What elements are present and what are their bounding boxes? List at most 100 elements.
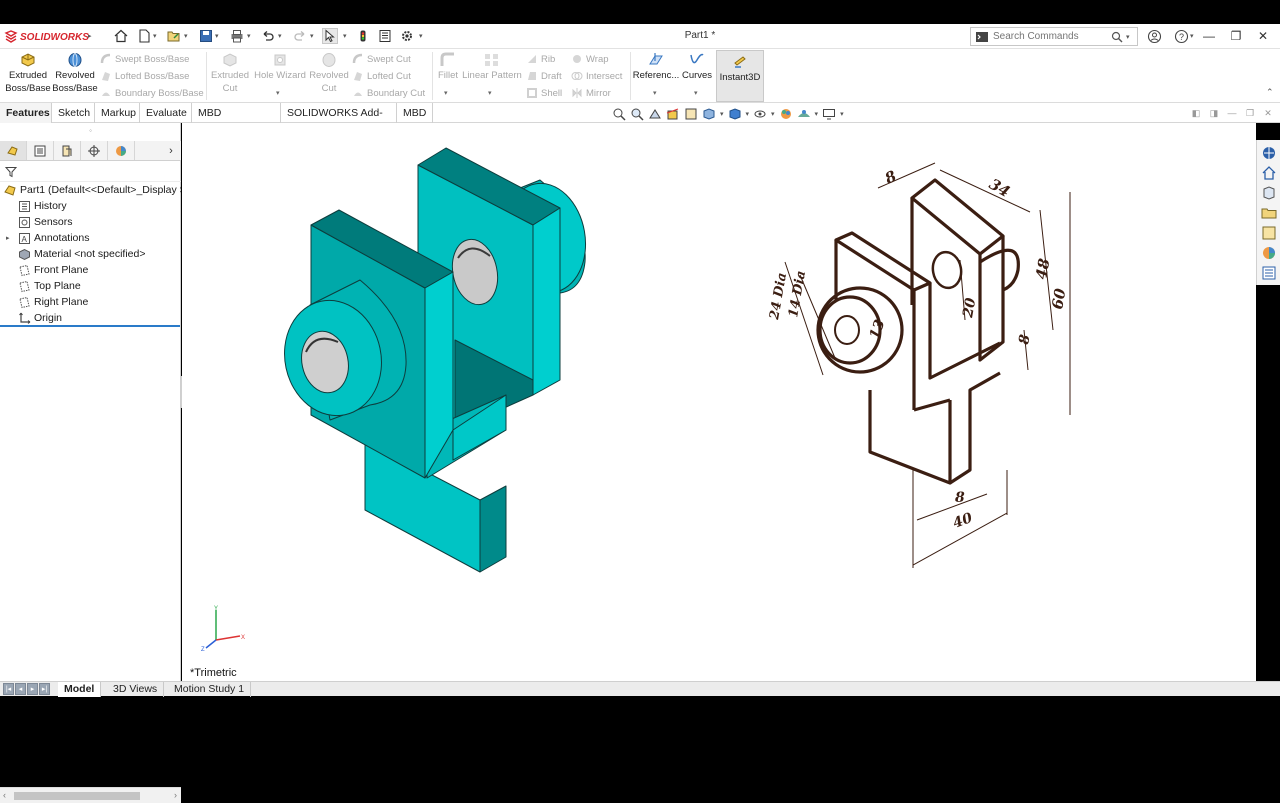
search-icon[interactable] [1111, 31, 1123, 43]
tab-solidworks-add-ins[interactable]: SOLIDWORKS Add-Ins [281, 103, 397, 139]
custom-properties-icon[interactable] [1261, 265, 1277, 281]
minimize-icon[interactable]: — [1198, 26, 1220, 46]
viewport-restore-icon[interactable]: ❐ [1244, 107, 1256, 119]
view-orientation-icon[interactable] [702, 107, 716, 121]
3d-model[interactable] [274, 147, 594, 573]
intersect-button[interactable]: Intersect [571, 70, 622, 82]
redo-dropdown-icon[interactable]: ▾ [310, 32, 314, 40]
tab-markup[interactable]: Markup [95, 103, 140, 123]
new-document-icon[interactable] [136, 28, 152, 44]
pattern-dropdown-icon[interactable]: ▾ [488, 89, 492, 97]
file-properties-icon[interactable] [377, 28, 393, 44]
tree-item-right-plane[interactable]: Right Plane [0, 294, 181, 310]
view-orientation-dropdown-icon[interactable]: ▾ [720, 110, 724, 118]
new-dropdown-icon[interactable]: ▾ [153, 32, 157, 40]
more-tabs-icon[interactable]: › [161, 141, 181, 160]
hole-wizard-dropdown-icon[interactable]: ▾ [276, 89, 280, 97]
help-dropdown-icon[interactable]: ▾ [1190, 32, 1194, 40]
tab-features[interactable]: Features [0, 103, 52, 123]
menu-expand-icon[interactable]: ▸ [88, 32, 92, 40]
tab-mbd[interactable]: MBD [397, 103, 433, 123]
dimxpert-manager-tab[interactable] [81, 141, 108, 160]
help-icon[interactable]: ? [1174, 29, 1189, 44]
open-folder-icon[interactable] [166, 28, 182, 44]
hide-show-items-icon[interactable] [753, 107, 767, 121]
viewport-tile-right-icon[interactable]: ◨ [1208, 107, 1220, 119]
file-explorer-icon[interactable] [1261, 205, 1277, 221]
linear-pattern-button[interactable]: Linear Pattern [462, 51, 522, 82]
curves-dropdown-icon[interactable]: ▾ [694, 89, 698, 97]
scroll-thumb[interactable] [14, 792, 140, 800]
extruded-cut-button[interactable]: Extruded Cut [208, 51, 252, 95]
boundary-boss-button[interactable]: Boundary Boss/Base [100, 87, 204, 99]
tree-filter[interactable] [0, 162, 181, 182]
viewport-close-icon[interactable]: ✕ [1262, 107, 1274, 119]
search-commands-box[interactable]: ▾ [970, 27, 1138, 46]
select-arrow-icon[interactable] [322, 28, 338, 44]
prev-tab-icon[interactable]: ◂ [15, 683, 26, 695]
hole-wizard-button[interactable]: Hole Wizard [253, 51, 307, 82]
solidworks-logo[interactable]: SOLIDWORKS [4, 29, 89, 45]
horizontal-scrollbar[interactable]: ‹ › [0, 787, 181, 803]
design-library-icon[interactable] [1261, 185, 1277, 201]
property-manager-tab[interactable] [27, 141, 54, 160]
last-tab-icon[interactable]: ▸| [39, 683, 50, 695]
swept-cut-button[interactable]: Swept Cut [352, 53, 411, 65]
tree-item-annotations[interactable]: ▸ A Annotations [0, 230, 181, 246]
reference-drawing[interactable] [811, 178, 1020, 485]
section-view-icon[interactable] [666, 107, 680, 121]
dynamic-annotation-icon[interactable] [684, 107, 698, 121]
zoom-to-area-icon[interactable] [630, 107, 644, 121]
viewport-minimize-icon[interactable]: — [1226, 107, 1238, 119]
wrap-button[interactable]: Wrap [571, 53, 609, 65]
home-icon[interactable] [113, 28, 129, 44]
zoom-to-fit-icon[interactable] [612, 107, 626, 121]
scroll-left-icon[interactable]: ‹ [3, 790, 6, 800]
tab-3d-views[interactable]: 3D Views [107, 682, 165, 697]
save-dropdown-icon[interactable]: ▾ [215, 32, 219, 40]
undo-dropdown-icon[interactable]: ▾ [278, 32, 282, 40]
next-tab-icon[interactable]: ▸ [27, 683, 38, 695]
swept-boss-button[interactable]: Swept Boss/Base [100, 53, 189, 65]
close-icon[interactable]: ✕ [1252, 26, 1274, 46]
print-icon[interactable] [229, 28, 245, 44]
select-dropdown-icon[interactable]: ▾ [343, 32, 347, 40]
scene-dropdown-icon[interactable]: ▾ [815, 110, 819, 118]
pane-grip[interactable]: ◦ [0, 126, 181, 135]
redo-icon[interactable] [292, 28, 308, 44]
options-dropdown-icon[interactable]: ▾ [419, 32, 423, 40]
display-style-dropdown-icon[interactable]: ▾ [746, 110, 750, 118]
tab-sketch[interactable]: Sketch [52, 103, 95, 123]
scroll-right-icon[interactable]: › [174, 790, 177, 800]
edit-appearance-icon[interactable] [779, 107, 793, 121]
configuration-manager-tab[interactable] [54, 141, 81, 160]
hide-show-dropdown-icon[interactable]: ▾ [771, 110, 775, 118]
search-dropdown-icon[interactable]: ▾ [1126, 33, 1130, 41]
user-account-icon[interactable] [1147, 29, 1162, 44]
tab-model[interactable]: Model [58, 682, 102, 697]
appearances-icon[interactable] [1261, 245, 1277, 261]
open-dropdown-icon[interactable]: ▾ [184, 32, 188, 40]
draft-button[interactable]: Draft [526, 70, 562, 82]
expand-arrow-icon[interactable]: ▸ [6, 234, 10, 242]
shell-button[interactable]: Shell [526, 87, 562, 99]
view-settings-icon[interactable] [822, 107, 836, 121]
tree-item-material[interactable]: Material <not specified> [0, 246, 181, 262]
curves-button[interactable]: Curves [680, 51, 714, 82]
fillet-dropdown-icon[interactable]: ▾ [444, 89, 448, 97]
print-dropdown-icon[interactable]: ▾ [247, 32, 251, 40]
view-palette-icon[interactable] [1261, 225, 1277, 241]
options-gear-icon[interactable] [399, 28, 415, 44]
revolved-boss-button[interactable]: Revolved Boss/Base [52, 51, 98, 95]
view-settings-dropdown-icon[interactable]: ▾ [840, 110, 844, 118]
extruded-boss-button[interactable]: Extruded Boss/Base [4, 51, 52, 95]
boundary-cut-button[interactable]: Boundary Cut [352, 87, 425, 99]
instant3d-button[interactable]: Instant3D [716, 50, 764, 102]
previous-view-icon[interactable] [648, 107, 662, 121]
reference-dropdown-icon[interactable]: ▾ [653, 89, 657, 97]
tree-item-history[interactable]: History [0, 198, 181, 214]
tree-rollback-bar[interactable] [0, 325, 180, 327]
tree-item-top-plane[interactable]: Top Plane [0, 278, 181, 294]
tree-item-origin[interactable]: Origin [0, 310, 181, 326]
search-input[interactable] [993, 31, 1111, 42]
